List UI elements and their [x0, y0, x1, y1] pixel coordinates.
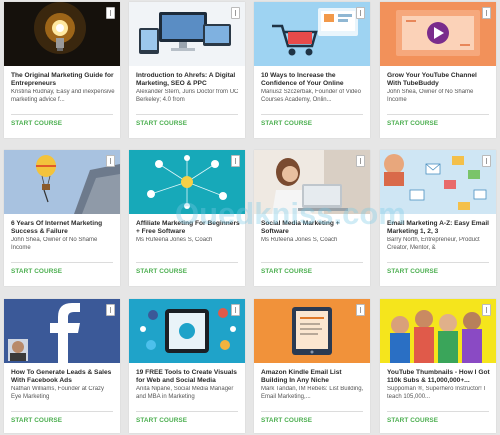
network-thumbnail[interactable]	[129, 150, 245, 214]
start-course-link[interactable]: START COURSE	[261, 268, 312, 275]
course-title[interactable]: Affiliate Marketing For Beginners + Free…	[136, 220, 240, 237]
devices-thumbnail[interactable]	[129, 2, 245, 66]
bookmark-icon[interactable]	[482, 7, 491, 19]
course-instructor: Kristina Rudnay, Easy and inexpensive ma…	[11, 89, 115, 103]
divider	[387, 411, 489, 412]
divider	[136, 262, 238, 263]
course-instructor: Suppoman ®, Superhero Instructor! I teac…	[387, 386, 486, 400]
bookmark-icon[interactable]	[231, 155, 240, 167]
start-course-link[interactable]: START COURSE	[387, 268, 438, 275]
email-thumbnail[interactable]	[380, 150, 496, 214]
start-course-link[interactable]: START COURSE	[387, 120, 438, 127]
start-course-link[interactable]: START COURSE	[136, 417, 187, 424]
course-instructor: Ms Rufeena Jones S, Coach	[136, 237, 213, 243]
course-title[interactable]: The Original Marketing Guide for Entrepr…	[11, 72, 115, 89]
course-title[interactable]: Grow Your YouTube Channel With TubeBuddy	[387, 72, 491, 89]
course-title[interactable]: 19 FREE Tools to Create Visuals for Web …	[136, 369, 240, 386]
course-title[interactable]: Email Marketing A-Z: Easy Email Marketin…	[387, 220, 491, 237]
divider	[387, 262, 489, 263]
course-instructor: John Shea, Owner of No Shame Income	[11, 237, 98, 251]
course-instructor: Barry North, Entrepreneur, Product Creat…	[387, 237, 480, 251]
course-card[interactable]: Grow Your YouTube Channel With TubeBuddy…	[380, 2, 496, 138]
shopping-cart-thumbnail[interactable]	[254, 2, 370, 66]
course-title[interactable]: 10 Ways to Increase the Confidence of Yo…	[261, 72, 365, 89]
bookmark-icon[interactable]	[231, 7, 240, 19]
start-course-link[interactable]: START COURSE	[261, 417, 312, 424]
course-card[interactable]: Affiliate Marketing For Beginners + Free…	[129, 150, 245, 286]
tubebuddy-thumbnail[interactable]	[380, 2, 496, 66]
bookmark-icon[interactable]	[106, 7, 115, 19]
course-title[interactable]: 6 Years Of Internet Marketing Success & …	[11, 220, 115, 237]
course-instructor: Nathan Williams, Founder at Crazy Eye Ma…	[11, 386, 105, 400]
course-card[interactable]: How To Generate Leads & Sales With Faceb…	[4, 299, 120, 433]
course-instructor: John Shea, Owner of No Shame Income	[387, 89, 474, 103]
divider	[11, 411, 113, 412]
bookmark-icon[interactable]	[482, 304, 491, 316]
tablet-social-thumbnail[interactable]	[129, 299, 245, 363]
ebook-thumbnail[interactable]	[254, 299, 370, 363]
bookmark-icon[interactable]	[106, 155, 115, 167]
laptop-user-thumbnail[interactable]	[254, 150, 370, 214]
divider	[136, 114, 238, 115]
bookmark-icon[interactable]	[482, 155, 491, 167]
divider	[136, 411, 238, 412]
start-course-link[interactable]: START COURSE	[11, 417, 62, 424]
divider	[11, 114, 113, 115]
course-card[interactable]: Amazon Kindle Email List Building In Any…	[254, 299, 370, 433]
start-course-link[interactable]: START COURSE	[11, 268, 62, 275]
start-course-link[interactable]: START COURSE	[387, 417, 438, 424]
course-card[interactable]: YouTube Thumbnails - How I Got 110k Subs…	[380, 299, 496, 433]
bookmark-icon[interactable]	[356, 7, 365, 19]
balloon-thumbnail[interactable]	[4, 150, 120, 214]
start-course-link[interactable]: START COURSE	[136, 268, 187, 275]
start-course-link[interactable]: START COURSE	[136, 120, 187, 127]
divider	[261, 262, 363, 263]
start-course-link[interactable]: START COURSE	[261, 120, 312, 127]
course-title[interactable]: YouTube Thumbnails - How I Got 110k Subs…	[387, 369, 491, 386]
divider	[11, 262, 113, 263]
bookmark-icon[interactable]	[106, 304, 115, 316]
course-card[interactable]: 19 FREE Tools to Create Visuals for Web …	[129, 299, 245, 433]
course-card[interactable]: Introduction to Ahrefs: A Digital Market…	[129, 2, 245, 138]
course-card[interactable]: 6 Years Of Internet Marketing Success & …	[4, 150, 120, 286]
divider	[261, 411, 363, 412]
divider	[261, 114, 363, 115]
bookmark-icon[interactable]	[356, 304, 365, 316]
course-title[interactable]: Introduction to Ahrefs: A Digital Market…	[136, 72, 240, 89]
course-card[interactable]: Email Marketing A-Z: Easy Email Marketin…	[380, 150, 496, 286]
course-instructor: Ms Rufeena Jones S, Coach	[261, 237, 338, 243]
course-instructor: Mark Tandan, IM Rebels: List Building, E…	[261, 386, 364, 400]
bookmark-icon[interactable]	[231, 304, 240, 316]
people-thumbnail[interactable]	[380, 299, 496, 363]
course-instructor: Mariusz Szczerbak, Founder of Video Cour…	[261, 89, 361, 103]
course-card[interactable]: Social Media Marketing + Software Ms Ruf…	[254, 150, 370, 286]
start-course-link[interactable]: START COURSE	[11, 120, 62, 127]
course-title[interactable]: How To Generate Leads & Sales With Faceb…	[11, 369, 115, 386]
facebook-thumbnail[interactable]	[4, 299, 120, 363]
divider	[387, 114, 489, 115]
bookmark-icon[interactable]	[356, 155, 365, 167]
course-card[interactable]: The Original Marketing Guide for Entrepr…	[4, 2, 120, 138]
course-instructor: Alexander Stern, Juris Doctor from UC Be…	[136, 89, 239, 103]
course-title[interactable]: Social Media Marketing + Software	[261, 220, 365, 237]
course-grid: The Original Marketing Guide for Entrepr…	[0, 0, 500, 435]
course-instructor: Anita Nipane, Social Media Manager and M…	[136, 386, 234, 400]
lightbulb-thumbnail[interactable]	[4, 2, 120, 66]
course-card[interactable]: 10 Ways to Increase the Confidence of Yo…	[254, 2, 370, 138]
course-title[interactable]: Amazon Kindle Email List Building In Any…	[261, 369, 365, 386]
